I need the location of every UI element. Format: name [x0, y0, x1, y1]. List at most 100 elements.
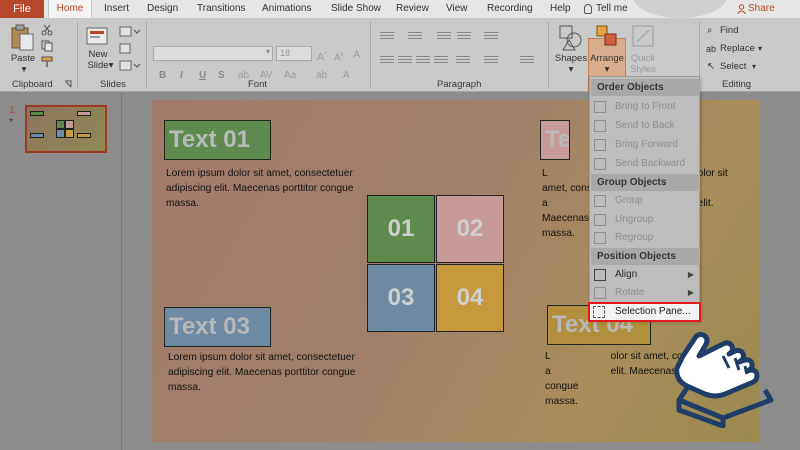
copy-icon[interactable]	[41, 40, 53, 52]
tab-design[interactable]: Design	[147, 0, 178, 18]
line-spacing-icon[interactable]	[484, 30, 498, 41]
share-button[interactable]: Share	[748, 0, 775, 18]
quick-styles-label-2[interactable]: Styles	[626, 64, 660, 75]
tab-insert[interactable]: Insert	[104, 0, 129, 18]
new-slide-dropdown-icon[interactable]: ▾	[106, 60, 116, 71]
menu-header-position: Position Objects	[591, 248, 700, 265]
menu-send-to-back[interactable]: Send to Back	[591, 117, 700, 135]
shrink-font-icon[interactable]: Av	[334, 49, 344, 64]
grow-font-icon[interactable]: A^	[317, 49, 327, 64]
select-dropdown-icon[interactable]: ▾	[752, 61, 756, 73]
justify-icon[interactable]	[434, 54, 448, 65]
italic-button[interactable]: I	[180, 70, 183, 81]
align-center-icon[interactable]	[398, 54, 412, 65]
dialog-launcher-icon[interactable]	[64, 80, 72, 88]
paragraph-group-label: Paragraph	[437, 79, 482, 90]
tab-file[interactable]: File	[0, 0, 44, 18]
find-button[interactable]: Find	[720, 25, 738, 37]
layout-icon[interactable]	[119, 26, 141, 38]
find-icon: ⌕	[707, 25, 713, 36]
paste-button[interactable]: Paste	[8, 53, 38, 64]
increase-indent-icon[interactable]	[457, 30, 471, 41]
body-line: Lorem ipsum dolor sit amet, consectetuer	[166, 168, 353, 179]
body-text-01[interactable]: Lorem ipsum dolor sit amet, consectetuer…	[166, 166, 386, 211]
tab-transitions[interactable]: Transitions	[197, 0, 246, 18]
group-divider	[548, 22, 549, 88]
format-painter-icon[interactable]	[41, 56, 53, 68]
arrange-dropdown-menu: Order Objects Bring to Front Send to Bac…	[589, 76, 700, 320]
arrange-icon	[596, 25, 617, 46]
tab-animations[interactable]: Animations	[262, 0, 311, 18]
tell-me-search[interactable]: Tell me	[596, 0, 628, 18]
tab-review[interactable]: Review	[396, 0, 429, 18]
tab-recording[interactable]: Recording	[487, 0, 533, 18]
tab-home[interactable]: Home	[48, 0, 92, 18]
menu-regroup[interactable]: Regroup	[591, 229, 700, 247]
reset-icon[interactable]	[119, 43, 131, 55]
font-family-select[interactable]: ▾	[153, 46, 273, 61]
text-direction-icon[interactable]	[484, 54, 498, 65]
menu-selection-pane[interactable]: Selection Pane...	[588, 302, 701, 322]
menu-ungroup[interactable]: Ungroup	[591, 211, 700, 229]
highlight-icon[interactable]: ab	[316, 70, 327, 82]
body-line: massa.	[168, 382, 201, 393]
tab-help[interactable]: Help	[550, 0, 571, 18]
smartart-icon[interactable]	[520, 54, 534, 65]
tab-slide-show[interactable]: Slide Show	[331, 0, 381, 18]
new-slide-label-1[interactable]: New	[82, 49, 114, 60]
menu-bring-to-front[interactable]: Bring to Front	[591, 98, 700, 116]
title-text-03[interactable]: Text 03	[164, 307, 271, 347]
group-divider	[370, 22, 371, 88]
font-color-icon[interactable]: A	[343, 70, 350, 82]
new-slide-icon	[86, 27, 108, 45]
menu-send-backward[interactable]: Send Backward	[591, 155, 700, 173]
shapes-dropdown-icon[interactable]: ▾	[566, 64, 576, 75]
font-size-select[interactable]: 18	[276, 46, 312, 61]
shapes-button[interactable]: Shapes	[553, 53, 589, 64]
section-icon[interactable]	[119, 60, 141, 72]
select-button[interactable]: Select	[720, 61, 746, 73]
share-person-icon	[737, 4, 746, 14]
rotate-icon	[594, 287, 606, 299]
grid-cell-01[interactable]: 01	[367, 195, 435, 263]
slides-group-label: Slides	[100, 79, 126, 90]
title-text-01[interactable]: Text 01	[164, 120, 271, 160]
menu-group[interactable]: Group	[591, 192, 700, 210]
lightbulb-icon	[584, 4, 592, 14]
menu-align[interactable]: Align ▶	[591, 266, 700, 284]
align-right-icon[interactable]	[416, 54, 430, 65]
arrange-button[interactable]: Arrange	[588, 53, 626, 64]
arrange-dropdown-icon[interactable]: ▾	[602, 64, 612, 75]
columns-icon[interactable]	[456, 54, 470, 65]
slide-star-marker: *	[9, 117, 13, 128]
powerpoint-window: File Home Insert Design Transitions Anim…	[0, 0, 800, 450]
decrease-indent-icon[interactable]	[437, 30, 451, 41]
grid-cell-04[interactable]: 04	[436, 264, 504, 332]
align-left-icon[interactable]	[380, 54, 394, 65]
quick-styles-label-1[interactable]: Quick	[626, 53, 660, 64]
menu-bring-forward[interactable]: Bring Forward	[591, 136, 700, 154]
menu-header-group: Group Objects	[591, 174, 700, 191]
grid-cell-02[interactable]: 02	[436, 195, 504, 263]
numbering-icon[interactable]	[408, 30, 422, 41]
bullets-icon[interactable]	[380, 30, 394, 41]
grid-cell-03[interactable]: 03	[367, 264, 435, 332]
editing-group-label: Editing	[722, 79, 752, 90]
replace-button[interactable]: Replace	[720, 43, 755, 55]
title-text-02[interactable]: Text 02	[540, 120, 570, 160]
body-text-03[interactable]: Lorem ipsum dolor sit amet, consectetuer…	[168, 350, 388, 395]
paste-dropdown-icon[interactable]: ▾	[19, 64, 29, 75]
align-icon	[594, 269, 606, 281]
cut-scissors-icon[interactable]	[41, 24, 53, 36]
tab-view[interactable]: View	[446, 0, 468, 18]
replace-dropdown-icon[interactable]: ▾	[758, 43, 762, 55]
slide-thumbnail[interactable]	[25, 105, 107, 153]
underline-button[interactable]: U	[199, 70, 206, 81]
shapes-icon	[559, 25, 582, 51]
clear-format-icon[interactable]: A	[353, 49, 360, 61]
bold-button[interactable]: B	[159, 70, 166, 81]
change-case-icon[interactable]: Aa	[284, 70, 296, 82]
menu-rotate[interactable]: Rotate ▶	[591, 284, 700, 302]
ribbon-tab-bar: File Home Insert Design Transitions Anim…	[0, 0, 800, 18]
shadow-button[interactable]: S	[218, 70, 225, 81]
